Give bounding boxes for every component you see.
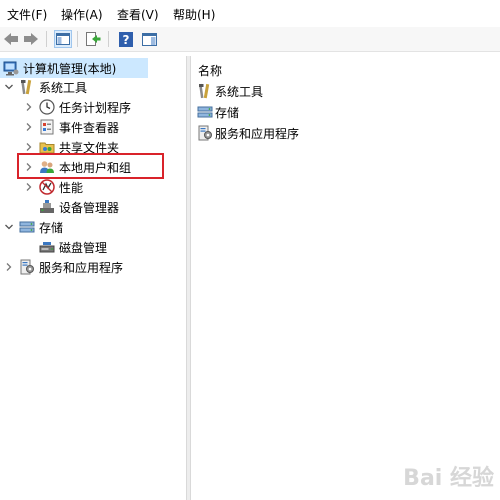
list-item-services-apps[interactable]: 服务和应用程序 [196,123,299,143]
event-viewer-icon [38,119,55,136]
chevron-right-icon[interactable] [2,260,16,274]
highlight-annotation-box [17,153,164,179]
action-pane-icon[interactable] [140,30,158,48]
clock-icon [38,99,55,116]
list-item-label: 服务和应用程序 [215,126,300,141]
menu-help[interactable]: 帮助(H) [173,6,215,23]
tree-item-system-tools[interactable]: 系统工具 [2,77,87,97]
column-header-name[interactable]: 名称 [198,62,222,79]
list-item-label: 存储 [215,105,240,120]
toolbar-separator [46,31,47,47]
chevron-right-icon[interactable] [22,180,36,194]
tree-label: 磁盘管理 [59,240,108,255]
menu-action[interactable]: 操作(A) [61,6,103,23]
console-tree: 计算机管理(本地) 系统工具 任务计划程序 事件查看器 共享文件夹 本地用户和组… [0,56,186,500]
tree-label: 事件查看器 [59,120,120,135]
tree-item-storage[interactable]: 存储 [2,217,63,237]
details-pane: 名称 系统工具 存储 服务和应用程序 [191,56,500,500]
toolbar-separator [77,31,78,47]
baidu-watermark: Bai 经验 [403,466,494,491]
tree-item-event-viewer[interactable]: 事件查看器 [22,117,119,137]
performance-icon [38,179,55,196]
tree-label: 计算机管理(本地) [23,61,117,76]
menu-file[interactable]: 文件(F) [7,6,47,23]
tree-item-performance[interactable]: 性能 [22,177,83,197]
tree-label: 设备管理器 [59,200,120,215]
tree-item-disk-management[interactable]: 磁盘管理 [38,237,107,257]
tree-item-device-manager[interactable]: 设备管理器 [38,197,119,217]
tree-label: 服务和应用程序 [39,260,124,275]
toolbar-separator [108,31,109,47]
tree-label: 性能 [59,180,84,195]
menu-bar: 文件(F) 操作(A) 查看(V) 帮助(H) [0,0,500,26]
chevron-down-icon[interactable] [2,80,16,94]
tools-icon [196,83,213,100]
storage-icon [18,219,35,236]
list-item-label: 系统工具 [215,84,264,99]
computer-management-icon [2,60,19,77]
help-icon[interactable]: ? [117,30,135,48]
menu-view[interactable]: 查看(V) [117,6,159,23]
chevron-right-icon[interactable] [22,100,36,114]
tree-label: 存储 [39,220,64,235]
list-item-storage[interactable]: 存储 [196,102,239,122]
disk-management-icon [38,239,55,256]
chevron-right-icon[interactable] [22,140,36,154]
tree-item-task-scheduler[interactable]: 任务计划程序 [22,97,131,117]
list-item-system-tools[interactable]: 系统工具 [196,81,263,101]
tree-label: 系统工具 [39,80,88,95]
svg-text:?: ? [123,33,130,47]
back-arrow-icon[interactable] [2,30,20,48]
toolbar: ? [0,27,500,52]
export-list-icon[interactable] [84,30,102,48]
forward-arrow-icon[interactable] [22,30,40,48]
tools-icon [18,79,35,96]
storage-icon [196,104,213,121]
show-hide-console-tree-icon[interactable] [54,30,72,48]
device-manager-icon [38,199,55,216]
tree-label: 任务计划程序 [59,100,132,115]
services-icon [196,125,213,142]
chevron-right-icon[interactable] [22,120,36,134]
tree-item-computer-management[interactable]: 计算机管理(本地) [0,58,148,78]
chevron-down-icon[interactable] [2,220,16,234]
tree-item-services-apps[interactable]: 服务和应用程序 [2,257,123,277]
services-icon [18,259,35,276]
